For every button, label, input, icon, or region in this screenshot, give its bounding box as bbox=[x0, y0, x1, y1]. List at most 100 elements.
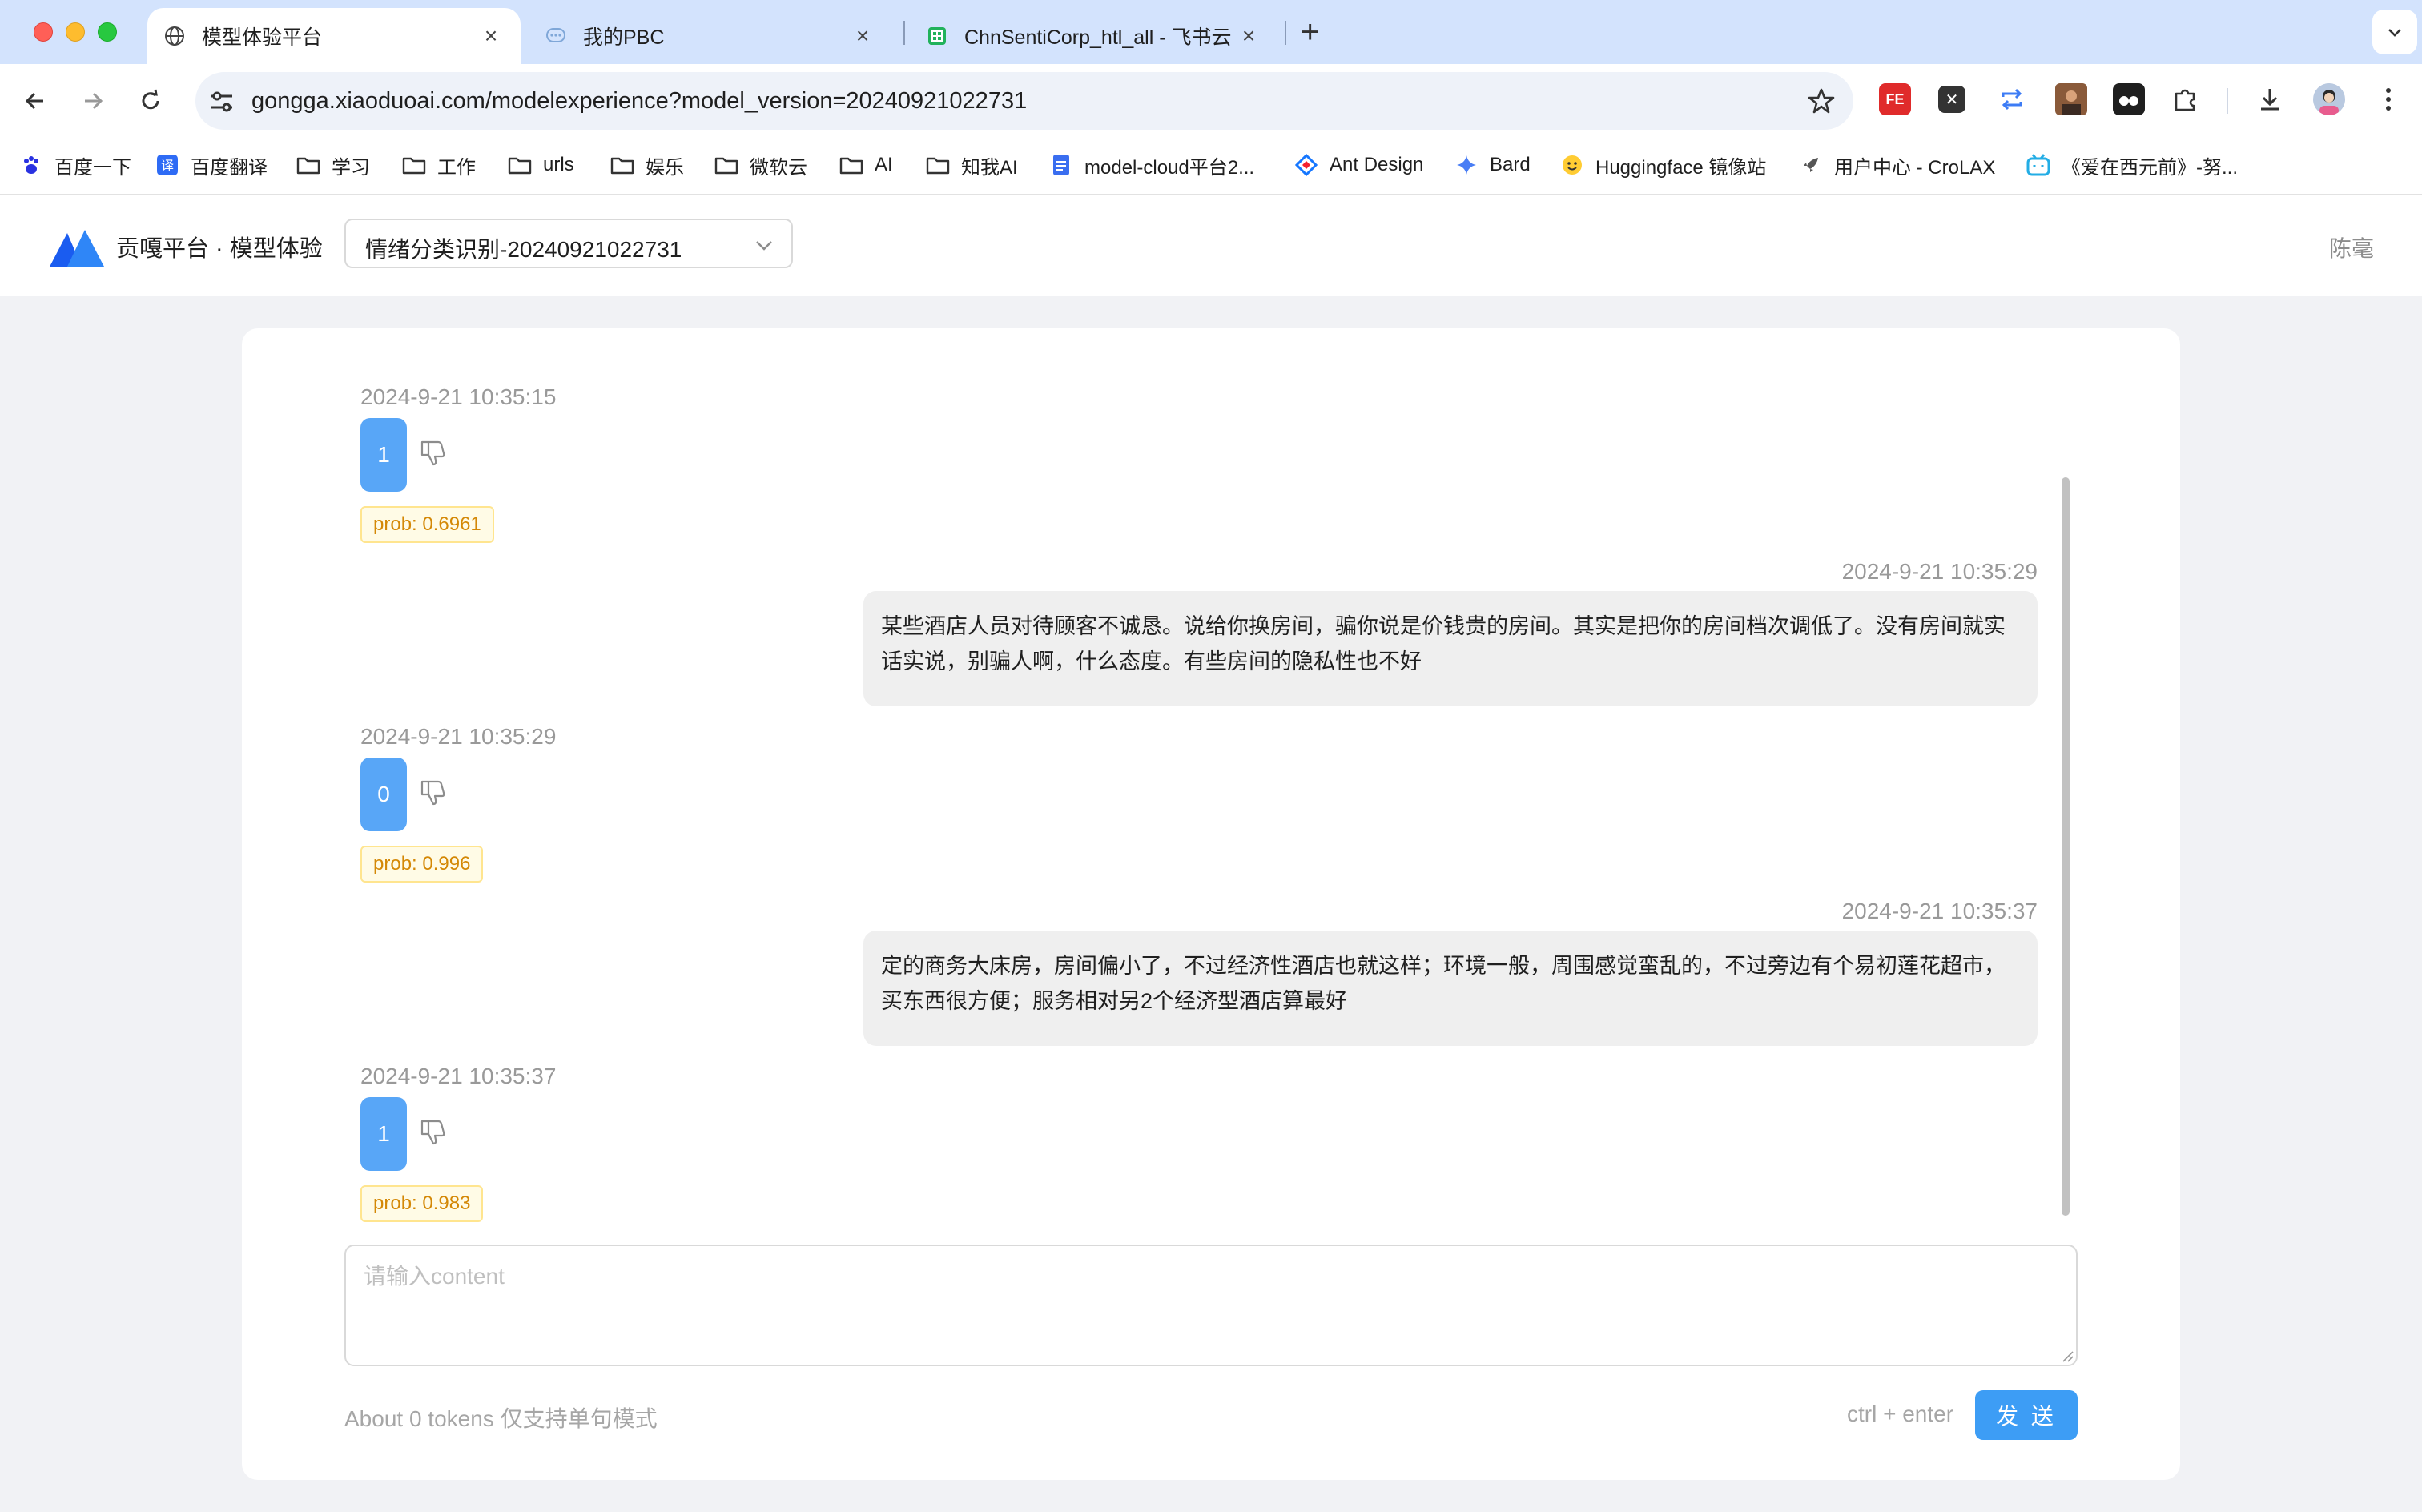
bookmark-folder[interactable]: urls bbox=[508, 149, 574, 181]
tab-model-experience[interactable]: 模型体验平台 × bbox=[147, 8, 521, 64]
bookmark-folder[interactable]: 知我AI bbox=[926, 149, 1018, 181]
window-minimize-button[interactable] bbox=[66, 22, 85, 42]
tab-title: 我的PBC bbox=[583, 26, 665, 49]
bookmark-folder[interactable]: 娱乐 bbox=[610, 149, 684, 181]
model-version-select[interactable]: 情绪分类识别-20240921022731 bbox=[344, 219, 793, 268]
reload-icon bbox=[142, 89, 159, 110]
token-count-hint: About 0 tokens 仅支持单句模式 bbox=[344, 1406, 658, 1431]
sentiment-label-badge: 1 bbox=[360, 418, 407, 492]
message-timestamp: 2024-9-21 10:35:29 bbox=[360, 724, 557, 749]
folder-icon bbox=[926, 153, 950, 177]
bookmark-label: 百度翻译 bbox=[191, 156, 268, 179]
bookmark-label: 百度一下 bbox=[54, 156, 131, 179]
bookmark-item[interactable]: Bard bbox=[1454, 149, 1531, 181]
bookmark-label: 学习 bbox=[332, 156, 370, 179]
arrow-right-icon bbox=[85, 92, 103, 110]
sheet-icon bbox=[926, 25, 948, 47]
thumbs-down-icon[interactable] bbox=[416, 437, 449, 469]
baidu-paw-icon bbox=[19, 153, 43, 177]
x-extension-icon[interactable]: ✕ bbox=[1938, 86, 1965, 113]
chat-bubble-icon bbox=[545, 25, 567, 47]
folder-icon bbox=[296, 153, 320, 177]
resize-handle-icon[interactable] bbox=[2060, 1349, 2074, 1363]
app-title: 贡嘎平台 · 模型体验 bbox=[116, 236, 323, 262]
folder-icon bbox=[714, 153, 738, 177]
arrow-left-icon bbox=[25, 92, 43, 110]
tab-close-icon[interactable]: × bbox=[1235, 23, 1262, 49]
bookmark-label: 工作 bbox=[437, 156, 476, 179]
url-text[interactable]: gongga.xiaoduoai.com/modelexperience?mod… bbox=[251, 88, 1027, 115]
thumbs-down-icon[interactable] bbox=[416, 1116, 449, 1148]
bookmark-label: Ant Design bbox=[1330, 154, 1424, 175]
bookmark-label: Huggingface 镜像站 bbox=[1595, 156, 1767, 179]
sync-extension-icon[interactable] bbox=[1996, 83, 2028, 115]
app-header: 贡嘎平台 · 模型体验 情绪分类识别-20240921022731 陈毫 bbox=[0, 195, 2422, 296]
message-timestamp: 2024-9-21 10:35:37 bbox=[1841, 899, 2038, 923]
sparkle-icon bbox=[1454, 153, 1479, 177]
content-input[interactable] bbox=[344, 1245, 2078, 1366]
bookmark-folder[interactable]: 学习 bbox=[296, 149, 370, 181]
chrome-menu-icon[interactable] bbox=[2372, 83, 2404, 115]
user-name[interactable]: 陈毫 bbox=[2329, 231, 2374, 263]
bookmark-item[interactable]: model-cloud平台2... bbox=[1049, 149, 1254, 181]
bookmarks-bar: 百度一下 译 百度翻译 学习 工作 urls 娱乐 微软云 AI 知我AI mo… bbox=[0, 138, 2422, 195]
bookmark-item[interactable]: 百度一下 bbox=[19, 149, 131, 181]
address-bar[interactable]: gongga.xiaoduoai.com/modelexperience?mod… bbox=[195, 72, 1853, 130]
bookmark-item[interactable]: 《爱在西元前》-努... bbox=[2026, 149, 2238, 181]
chat-panel: 2024-9-21 10:35:15 1 prob: 0.6961 2024-9… bbox=[242, 328, 2180, 1480]
probability-tag: prob: 0.996 bbox=[360, 846, 484, 883]
message-timestamp: 2024-9-21 10:35:37 bbox=[360, 1064, 557, 1088]
globe-icon bbox=[163, 25, 186, 47]
folder-icon bbox=[610, 153, 634, 177]
tab-search-button[interactable] bbox=[2372, 10, 2417, 54]
fe-extension-icon[interactable]: FE bbox=[1879, 83, 1911, 115]
tab-close-icon[interactable]: × bbox=[849, 23, 876, 49]
window-zoom-button[interactable] bbox=[98, 22, 117, 42]
tab-separator bbox=[1285, 21, 1286, 45]
window-close-button[interactable] bbox=[34, 22, 53, 42]
message-timestamp: 2024-9-21 10:35:15 bbox=[360, 384, 557, 409]
reload-button[interactable] bbox=[133, 83, 168, 119]
download-icon[interactable] bbox=[2254, 83, 2286, 115]
puzzle-extensions-icon[interactable] bbox=[2169, 83, 2201, 115]
folder-icon bbox=[402, 153, 426, 177]
bookmark-item[interactable]: 译 百度翻译 bbox=[155, 149, 268, 181]
site-settings-icon[interactable] bbox=[207, 86, 237, 117]
bookmark-folder[interactable]: 微软云 bbox=[714, 149, 807, 181]
doc-icon bbox=[1049, 153, 1073, 177]
tab-my-pbc[interactable]: 我的PBC × bbox=[529, 8, 892, 64]
ant-design-icon bbox=[1294, 153, 1318, 177]
probability-tag: prob: 0.983 bbox=[360, 1185, 484, 1222]
glasses-extension-icon[interactable] bbox=[2113, 83, 2145, 115]
bookmark-folder[interactable]: 工作 bbox=[402, 149, 476, 181]
back-button[interactable] bbox=[18, 83, 53, 119]
chevron-down-icon bbox=[756, 241, 772, 251]
tab-close-icon[interactable]: × bbox=[477, 23, 505, 49]
bookmark-item[interactable]: Huggingface 镜像站 bbox=[1560, 149, 1766, 181]
user-message-bubble: 定的商务大床房，房间偏小了，不过经济性酒店也就这样；环境一般，周围感觉蛮乱的，不… bbox=[863, 931, 2038, 1046]
thumbs-down-icon[interactable] bbox=[416, 777, 449, 809]
tab-title: ChnSentiCorp_htl_all - 飞书云 bbox=[964, 26, 1232, 49]
bookmark-label: 《爱在西元前》-努... bbox=[2062, 156, 2238, 179]
message-list[interactable]: 2024-9-21 10:35:15 1 prob: 0.6961 2024-9… bbox=[242, 328, 2180, 1225]
bookmark-label: AI bbox=[875, 154, 893, 175]
bookmark-item[interactable]: 用户中心 - CroLAX bbox=[1799, 149, 1995, 181]
bookmark-folder[interactable]: AI bbox=[839, 149, 893, 181]
bookmark-star-icon[interactable] bbox=[1807, 86, 1836, 115]
message-timestamp: 2024-9-21 10:35:29 bbox=[1841, 559, 2038, 584]
send-shortcut-hint: ctrl + enter bbox=[1847, 1401, 1954, 1426]
message-list-scrollbar[interactable] bbox=[2062, 477, 2070, 1216]
photo-extension-icon[interactable] bbox=[2055, 83, 2087, 115]
translate-icon: 译 bbox=[155, 153, 179, 177]
bookmark-label: 微软云 bbox=[750, 156, 807, 179]
user-message-bubble: 某些酒店人员对待顾客不诚恳。说给你换房间，骗你说是价钱贵的房间。其实是把你的房间… bbox=[863, 591, 2038, 706]
bookmark-item[interactable]: Ant Design bbox=[1294, 149, 1423, 181]
forward-button[interactable] bbox=[75, 83, 111, 119]
bookmark-label: 知我AI bbox=[961, 156, 1018, 179]
new-tab-button[interactable]: + bbox=[1301, 14, 1319, 50]
profile-avatar[interactable] bbox=[2313, 83, 2345, 115]
tab-chnsenticorp-sheet[interactable]: ChnSentiCorp_htl_all - 飞书云 × bbox=[910, 8, 1278, 64]
bookmark-label: model-cloud平台2... bbox=[1084, 156, 1255, 179]
send-button[interactable]: 发 送 bbox=[1975, 1390, 2078, 1440]
hugging-face-icon bbox=[1560, 153, 1584, 177]
